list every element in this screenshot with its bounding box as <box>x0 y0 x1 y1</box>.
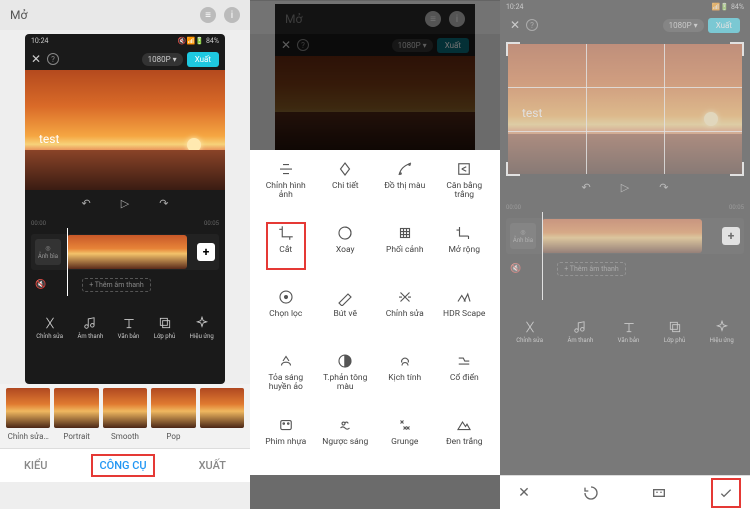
tool-chỉnh-hình-ảnh[interactable]: Chỉnh hình ảnh <box>256 160 316 222</box>
tool-audio[interactable]: Âm thanh <box>567 320 593 344</box>
tool-grunge[interactable]: Grunge <box>375 416 435 478</box>
tool-overlay[interactable]: Lớp phủ <box>154 316 176 340</box>
bottom-tabs: KIỂU CÔNG CỤ XUẤT <box>0 448 250 482</box>
tool-chỉnh-sửa[interactable]: Chỉnh sửa <box>375 288 435 350</box>
tool-đồ-thị-màu[interactable]: Đồ thị màu <box>375 160 435 222</box>
filter-thumb[interactable] <box>54 388 98 428</box>
add-audio-button[interactable]: + Thêm âm thanh <box>557 262 626 276</box>
tool-audio[interactable]: Âm thanh <box>77 316 103 340</box>
editor-header: ✕ ? 1080P ▾ Xuất <box>25 48 225 70</box>
status-bar: 10:24 🔇📶🔋84% <box>25 34 225 48</box>
editor-screen: 10:24 🔇📶🔋84% ✕ ? 1080P ▾ Xuất test ↶ ▷ <box>25 34 225 384</box>
crop-grid[interactable] <box>508 44 742 174</box>
tab-xuat[interactable]: XUẤT <box>199 459 226 472</box>
tool-tỏa-sáng-huyền-ảo[interactable]: Tỏa sáng huyền ảo <box>256 352 316 414</box>
filter-thumb[interactable] <box>103 388 147 428</box>
cover-thumb[interactable]: ◎Ảnh bìa <box>510 223 536 249</box>
tool-bút-vẽ[interactable]: Bút vẽ <box>316 288 376 350</box>
tab-kieu[interactable]: KIỂU <box>24 459 47 472</box>
tool-t.phản-tông-màu[interactable]: T.phản tông màu <box>316 352 376 414</box>
export-button[interactable]: Xuất <box>187 52 219 67</box>
tool-cắt[interactable]: Cắt <box>256 224 316 286</box>
tab-congcu[interactable]: CÔNG CỤ <box>95 458 150 473</box>
help-icon[interactable]: ? <box>47 53 59 65</box>
tool-effects[interactable]: Hiệu ứng <box>710 320 734 344</box>
tool-xoay[interactable]: Xoay <box>316 224 376 286</box>
tool-cân-bằng-trắng[interactable]: Cân bằng trắng <box>435 160 495 222</box>
resolution-badge[interactable]: 1080P ▾ <box>142 53 183 66</box>
filter-labels: Chỉnh sửa… Portrait Smooth Pop <box>0 432 250 448</box>
tool-chọn-lọc[interactable]: Chọn lọc <box>256 288 316 350</box>
info-icon[interactable]: i <box>224 7 240 23</box>
tool-overlay[interactable]: Lớp phủ <box>664 320 686 344</box>
video-clip[interactable] <box>542 219 702 253</box>
tool-effects[interactable]: Hiệu ứng <box>190 316 214 340</box>
play-icon[interactable]: ▷ <box>121 197 129 210</box>
video-preview[interactable]: test <box>25 70 225 190</box>
tool-phim-nhựa[interactable]: Phim nhựa <box>256 416 316 478</box>
filter-thumb[interactable] <box>200 388 244 428</box>
tool-cổ-điển[interactable]: Cổ điển <box>435 352 495 414</box>
undo-icon[interactable]: ↶ <box>82 197 91 210</box>
cancel-icon[interactable]: ✕ <box>512 481 536 505</box>
filter-thumbs <box>0 384 250 432</box>
undo-icon[interactable]: ↶ <box>582 181 591 194</box>
mute-icon[interactable]: 🔇 <box>510 264 521 274</box>
filter-thumb[interactable] <box>151 388 195 428</box>
help-icon[interactable]: ? <box>526 19 538 31</box>
app-topbar: Mở ≡ i <box>0 0 250 30</box>
tool-chi-tiết[interactable]: Chi tiết <box>316 160 376 222</box>
playback-controls: ↶ ▷ ↷ <box>25 190 225 216</box>
crop-bottom-bar: ✕ <box>500 475 750 509</box>
timeline[interactable]: 00:0000:05 ◎Ảnh bìa + 🔇 + Thêm âm thanh <box>500 200 750 310</box>
tool-mở-rộng[interactable]: Mở rộng <box>435 224 495 286</box>
tool-đen-trắng[interactable]: Đen trắng <box>435 416 495 478</box>
status-time: 10:24 <box>31 37 48 45</box>
redo-icon[interactable]: ↷ <box>159 197 168 210</box>
tool-ngược-sáng[interactable]: Ngược sáng <box>316 416 376 478</box>
crop-preview[interactable]: test <box>508 44 742 174</box>
aspect-icon[interactable] <box>647 481 671 505</box>
add-audio-button[interactable]: + Thêm âm thanh <box>82 278 151 292</box>
tool-edit[interactable]: Chỉnh sửa <box>516 320 543 344</box>
tool-hdr-scape[interactable]: HDR Scape <box>435 288 495 350</box>
layers-icon[interactable]: ≡ <box>200 7 216 23</box>
tool-text[interactable]: Văn bản <box>618 320 640 344</box>
rotate-icon[interactable] <box>579 481 603 505</box>
export-button[interactable]: Xuất <box>708 18 740 33</box>
close-icon[interactable]: ✕ <box>31 52 41 66</box>
filter-thumb[interactable] <box>6 388 50 428</box>
tool-edit[interactable]: Chỉnh sửa <box>36 316 63 340</box>
confirm-icon[interactable] <box>714 481 738 505</box>
timeline[interactable]: 00:0000:05 ◎Ảnh bìa + 🔇 + Thêm âm thanh <box>25 216 225 306</box>
cover-thumb[interactable]: ◎Ảnh bìa <box>35 239 61 265</box>
watermark-text: test <box>39 132 59 146</box>
resolution-badge[interactable]: 1080P ▾ <box>663 19 704 32</box>
add-clip-button[interactable]: + <box>197 243 215 261</box>
play-icon[interactable]: ▷ <box>621 181 629 194</box>
tool-row: Chỉnh sửa Âm thanh Văn bản Lớp phủ Hiệu … <box>25 306 225 350</box>
close-icon[interactable]: ✕ <box>510 18 520 32</box>
tools-sheet: Chỉnh hình ảnhChi tiếtĐồ thị màuCân bằng… <box>250 150 500 475</box>
mute-icon[interactable]: 🔇 <box>35 280 46 290</box>
add-clip-button[interactable]: + <box>722 227 740 245</box>
playhead[interactable] <box>67 228 68 296</box>
crop-screen: 10:24 📶🔋84% ✕ ? 1080P ▾ Xuất test <box>500 0 750 475</box>
video-clip[interactable] <box>67 235 187 269</box>
tool-phối-cảnh[interactable]: Phối cảnh <box>375 224 435 286</box>
redo-icon[interactable]: ↷ <box>659 181 668 194</box>
app-title: Mở <box>10 8 27 22</box>
tool-kịch-tính[interactable]: Kịch tính <box>375 352 435 414</box>
tool-text[interactable]: Văn bản <box>118 316 140 340</box>
